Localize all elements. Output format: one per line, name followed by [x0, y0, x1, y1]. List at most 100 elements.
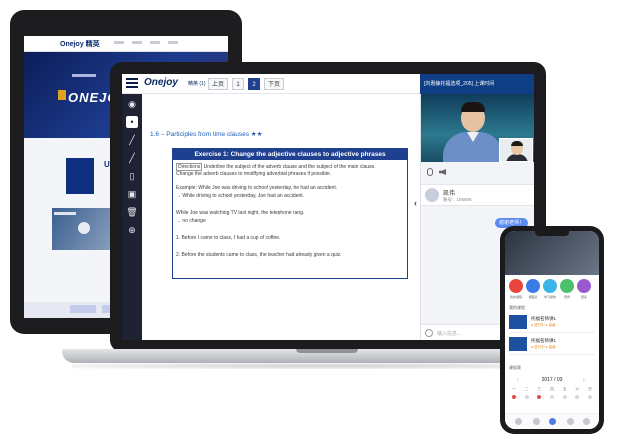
exercise-line: Change the adverb clauses to modifying a… — [176, 171, 332, 177]
teacher-video — [421, 94, 534, 162]
tablet-footer-tab[interactable] — [70, 305, 96, 313]
student-id: 账号：105506 — [443, 197, 472, 202]
weekday: 六 — [575, 387, 580, 391]
list-item[interactable]: 托福名师讲1 ● 进行中 ● 高级 — [509, 335, 595, 355]
calendar-day[interactable] — [547, 395, 557, 399]
schedule-icon[interactable] — [526, 279, 540, 293]
student-name: 凯伟 — [443, 191, 456, 197]
section-title: 课程表 — [509, 365, 521, 370]
quick-label: 课程表 — [528, 295, 538, 299]
message-tab-icon[interactable] — [567, 418, 574, 425]
course-tab-icon[interactable] — [533, 418, 540, 425]
weekday: 四 — [550, 387, 554, 391]
phone-tab-bar — [505, 413, 599, 429]
product-showcase: Onejoy 精英 ONEJOY 精英 U — [0, 0, 622, 440]
weekday: 三 — [537, 387, 542, 391]
trash-icon[interactable]: 🗑 — [126, 206, 138, 218]
prev-page-button[interactable]: 上页 — [208, 78, 228, 90]
quick-label: 学习报告 — [543, 295, 556, 299]
lesson-document: 1.6 – Participles from time clauses ★★ E… — [142, 94, 420, 340]
weekday: 日 — [588, 387, 592, 391]
exercise-line: Directions Underline the subject of the … — [176, 163, 376, 171]
eye-icon[interactable]: ◉ — [126, 98, 138, 110]
tablet-nav-item[interactable] — [132, 41, 142, 44]
dot-tool-icon[interactable]: • — [126, 116, 138, 128]
phone-notch — [535, 231, 569, 236]
tablet-promo-card[interactable] — [66, 158, 94, 194]
phone-quick-labels: 我的课程 课程表 学习报告 老师 更多 — [509, 295, 591, 299]
quick-label: 更多 — [580, 295, 587, 299]
course-meta: ● 进行中 ● 高级 — [531, 323, 556, 327]
calendar-weekdays: 一 二 三 四 五 六 日 — [509, 387, 595, 392]
weekday: 五 — [562, 387, 567, 391]
microphone-icon[interactable] — [427, 168, 433, 176]
course-icon[interactable] — [509, 279, 523, 293]
course-thumbnail — [509, 315, 527, 329]
calendar-day[interactable] — [522, 395, 532, 399]
phone-device: 我的课程 课程表 学习报告 老师 更多 我的课程 托福名师讲1 ● 进行中 ● … — [500, 226, 604, 434]
live-class-title: [刘惠静托福选项_205] 上课时间 — [420, 74, 534, 94]
avatar — [425, 188, 439, 202]
document-icon[interactable]: ▯ — [126, 170, 138, 182]
list-item[interactable]: 托福名师讲1 ● 进行中 ● 高级 — [509, 313, 595, 333]
brush-icon[interactable]: ╱ — [126, 152, 138, 164]
next-page-button[interactable]: 下页 — [264, 78, 284, 90]
exercise-title: Exercise 1: Change the adjective clauses… — [173, 149, 407, 160]
calendar-day[interactable] — [585, 395, 595, 399]
more-icon[interactable] — [577, 279, 591, 293]
laptop-notch — [296, 349, 358, 353]
student-list-item[interactable]: 凯伟 账号：105506 — [421, 184, 534, 206]
calendar-day[interactable] — [560, 395, 570, 399]
speaker-icon[interactable] — [439, 169, 446, 175]
exercise-line: While Joe was watching TV last night, th… — [176, 210, 305, 216]
teacher-icon[interactable] — [560, 279, 574, 293]
phone-hero-image — [505, 231, 599, 275]
emoji-icon[interactable] — [425, 329, 433, 337]
tablet-hero-subline — [72, 74, 96, 77]
home-tab-icon[interactable] — [515, 418, 522, 425]
tablet-topbar: Onejoy 精英 — [24, 36, 228, 52]
profile-tab-icon[interactable] — [583, 418, 590, 425]
student-video[interactable] — [499, 138, 533, 162]
app-topbar: Onejoy 精英 (1) 上页 1 2 下页 [刘惠静托福选项_205] 上课… — [122, 74, 534, 94]
weekday: 一 — [512, 387, 516, 391]
section-title: 我的课程 — [509, 305, 525, 310]
play-icon[interactable] — [78, 222, 90, 234]
calendar-day[interactable] — [509, 395, 519, 399]
chat-placeholder: 输入信息... — [437, 331, 462, 337]
exercise-line: Example: While Joe was driving to school… — [176, 185, 338, 191]
tablet-nav-item[interactable] — [168, 41, 178, 44]
quick-label: 我的课程 — [509, 295, 522, 299]
add-icon[interactable]: ⊕ — [126, 224, 138, 236]
chevron-right-icon[interactable]: › — [583, 377, 585, 383]
directions-tag: Directions — [176, 163, 203, 171]
laptop-device: Onejoy 精英 (1) 上页 1 2 下页 [刘惠静托福选项_205] 上课… — [110, 62, 546, 352]
lesson-heading: 1.6 – Participles from time clauses ★★ — [150, 131, 263, 138]
app-logo: Onejoy — [144, 77, 178, 88]
phone-screen: 我的课程 课程表 学习报告 老师 更多 我的课程 托福名师讲1 ● 进行中 ● … — [505, 231, 599, 429]
tablet-nav-item[interactable] — [150, 41, 160, 44]
course-title: 托福名师讲1 — [531, 316, 557, 321]
phone-quick-actions — [509, 279, 591, 293]
menu-icon[interactable] — [126, 78, 138, 90]
tablet-logo: Onejoy 精英 — [60, 41, 100, 48]
whiteboard-toolbar: ◉ • ╱ ╱ ▯ ▣ 🗑 ⊕ — [122, 94, 142, 340]
classroom-app: Onejoy 精英 (1) 上页 1 2 下页 [刘惠静托福选项_205] 上课… — [122, 74, 534, 340]
pen-icon[interactable]: ╱ — [126, 134, 138, 146]
page-1-button[interactable]: 1 — [232, 78, 244, 90]
quick-label: 老师 — [563, 295, 570, 299]
tablet-nav — [114, 41, 178, 44]
tablet-video-caption — [54, 212, 76, 215]
exercise-line: → no change — [176, 218, 206, 224]
calendar-day[interactable] — [572, 395, 582, 399]
tablet-hero-tag — [58, 90, 66, 100]
exercise-line: → While driving to school yesterday, Joe… — [176, 193, 305, 199]
tablet-nav-item[interactable] — [114, 41, 124, 44]
sticker-icon[interactable]: ▣ — [126, 188, 138, 200]
report-icon[interactable] — [543, 279, 557, 293]
calendar-day[interactable] — [534, 395, 544, 399]
add-tab-icon[interactable] — [549, 418, 556, 425]
exercise-line: 1. Before I came to class, I had a cup o… — [176, 235, 281, 241]
weekday: 二 — [524, 387, 529, 391]
page-2-button[interactable]: 2 — [248, 78, 260, 90]
